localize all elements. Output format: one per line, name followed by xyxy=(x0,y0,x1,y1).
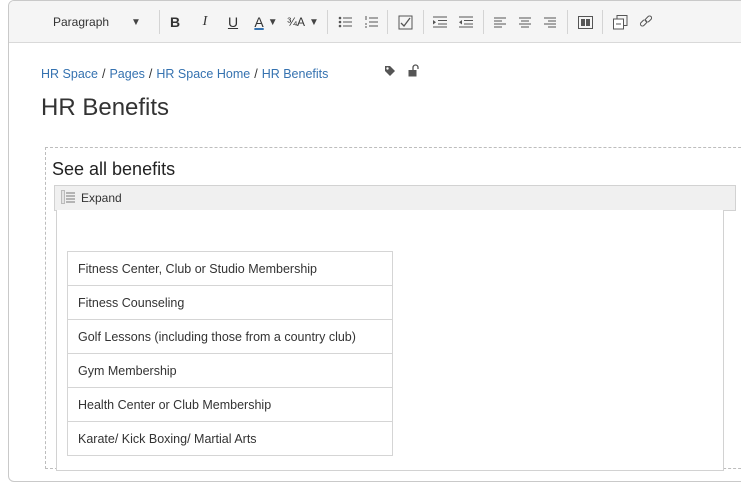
clear-format-icon[interactable]: ¾A ▼ xyxy=(285,11,321,33)
editor-toolbar: Paragraph ▼ B I U A ▼ ¾A ▼ xyxy=(9,1,741,43)
table-row: Fitness Center, Club or Studio Membershi… xyxy=(67,251,393,286)
align-right-icon[interactable] xyxy=(539,11,561,33)
toolbar-divider xyxy=(387,10,388,34)
task-list-icon[interactable] xyxy=(394,11,416,33)
expand-macro-label: Expand xyxy=(81,191,122,205)
table-cell[interactable]: Karate/ Kick Boxing/ Martial Arts xyxy=(67,421,393,456)
italic-icon[interactable]: I xyxy=(195,11,215,33)
table-cell[interactable]: Fitness Counseling xyxy=(67,285,393,320)
outdent-icon[interactable] xyxy=(429,11,451,33)
page-layout-icon[interactable] xyxy=(574,11,596,33)
align-left-icon[interactable] xyxy=(489,11,511,33)
table-cell[interactable]: Gym Membership xyxy=(67,353,393,388)
page-meta-icons xyxy=(384,64,420,82)
table-row: Karate/ Kick Boxing/ Martial Arts xyxy=(67,421,393,456)
table-row: Gym Membership xyxy=(67,353,393,388)
breadcrumb-link-hr-space-home[interactable]: HR Space Home xyxy=(156,67,250,81)
breadcrumb-link-hr-benefits[interactable]: HR Benefits xyxy=(262,67,329,81)
breadcrumb-link-pages[interactable]: Pages xyxy=(109,67,144,81)
indent-icon[interactable] xyxy=(455,11,477,33)
breadcrumb-separator: / xyxy=(101,67,106,81)
toolbar-divider xyxy=(567,10,568,34)
align-center-icon[interactable] xyxy=(514,11,536,33)
editor-frame: Paragraph ▼ B I U A ▼ ¾A ▼ HR Space / Pa… xyxy=(8,0,741,482)
link-icon[interactable] xyxy=(635,11,657,33)
toolbar-divider xyxy=(423,10,424,34)
text-color-icon[interactable]: A ▼ xyxy=(250,11,282,33)
benefits-table: Fitness Center, Club or Studio Membershi… xyxy=(67,251,393,456)
table-cell[interactable]: Health Center or Club Membership xyxy=(67,387,393,422)
unlock-icon[interactable] xyxy=(408,64,420,82)
table-cell[interactable]: Golf Lessons (including those from a cou… xyxy=(67,319,393,354)
breadcrumb-link-hr-space[interactable]: HR Space xyxy=(41,67,98,81)
underline-icon[interactable]: U xyxy=(223,11,243,33)
chevron-down-icon: ▼ xyxy=(131,16,141,28)
paragraph-style-dropdown[interactable]: Paragraph ▼ xyxy=(53,11,153,33)
numbered-list-icon[interactable] xyxy=(360,11,382,33)
table-row: Health Center or Club Membership xyxy=(67,387,393,422)
expand-macro-header[interactable]: Expand xyxy=(54,185,736,211)
toolbar-divider xyxy=(602,10,603,34)
breadcrumb-separator: / xyxy=(254,67,258,81)
toolbar-divider xyxy=(159,10,160,34)
insert-file-icon[interactable] xyxy=(609,11,631,33)
table-row: Fitness Counseling xyxy=(67,285,393,320)
section-heading[interactable]: See all benefits xyxy=(52,159,175,180)
table-row: Golf Lessons (including those from a cou… xyxy=(67,319,393,354)
table-cell[interactable]: Fitness Center, Club or Studio Membershi… xyxy=(67,251,393,286)
bullet-list-icon[interactable] xyxy=(334,11,356,33)
page-title[interactable]: HR Benefits xyxy=(41,94,169,122)
label-tag-icon[interactable] xyxy=(384,64,396,82)
bold-icon[interactable]: B xyxy=(165,11,185,33)
expand-macro-icon xyxy=(61,190,75,209)
breadcrumb-separator: / xyxy=(148,67,153,81)
paragraph-style-label: Paragraph xyxy=(53,15,110,29)
toolbar-divider xyxy=(327,10,328,34)
breadcrumb: HR Space / Pages / HR Space Home / HR Benefits xyxy=(41,67,328,81)
toolbar-divider xyxy=(483,10,484,34)
